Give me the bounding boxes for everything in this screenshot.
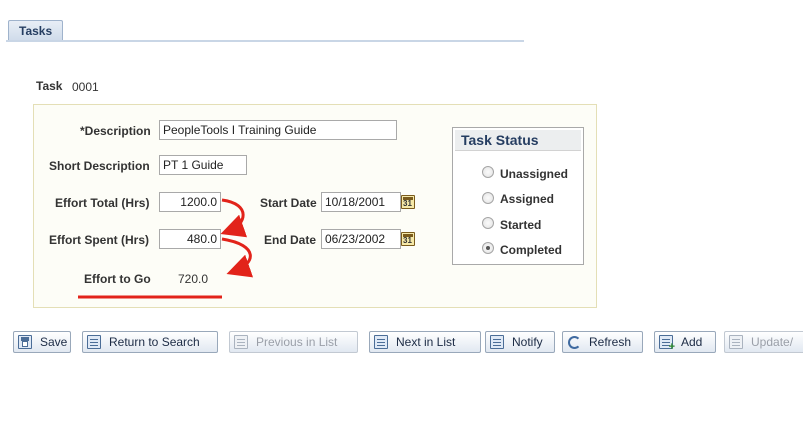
notify-button-label: Notify — [512, 335, 543, 349]
return-to-search-label: Return to Search — [109, 335, 200, 349]
refresh-button[interactable]: Refresh — [562, 331, 643, 353]
add-button-label: Add — [681, 335, 703, 349]
next-in-list-label: Next in List — [396, 335, 456, 349]
previous-in-list-icon — [234, 335, 248, 349]
update-display-button[interactable]: Update/ — [724, 331, 803, 353]
annotation-arrow — [221, 237, 254, 278]
refresh-icon — [567, 335, 581, 349]
add-icon — [659, 335, 675, 353]
return-to-search-icon — [87, 335, 101, 349]
refresh-button-label: Refresh — [589, 335, 632, 349]
previous-in-list-button[interactable]: Previous in List — [229, 331, 358, 353]
annotation-overlay — [78, 198, 254, 299]
previous-in-list-label: Previous in List — [256, 335, 338, 349]
notify-button[interactable]: Notify — [485, 331, 555, 353]
update-display-label: Update/ — [751, 335, 794, 349]
next-in-list-button[interactable]: Next in List — [369, 331, 481, 353]
add-button[interactable]: Add — [654, 331, 716, 353]
save-icon — [18, 335, 32, 349]
annotation-arrow — [220, 198, 248, 238]
save-button-label: Save — [40, 335, 68, 349]
update-display-icon — [729, 335, 743, 349]
notify-icon — [490, 335, 504, 349]
save-button[interactable]: Save — [13, 331, 71, 353]
next-in-list-icon — [374, 335, 388, 349]
return-to-search-button[interactable]: Return to Search — [82, 331, 218, 353]
